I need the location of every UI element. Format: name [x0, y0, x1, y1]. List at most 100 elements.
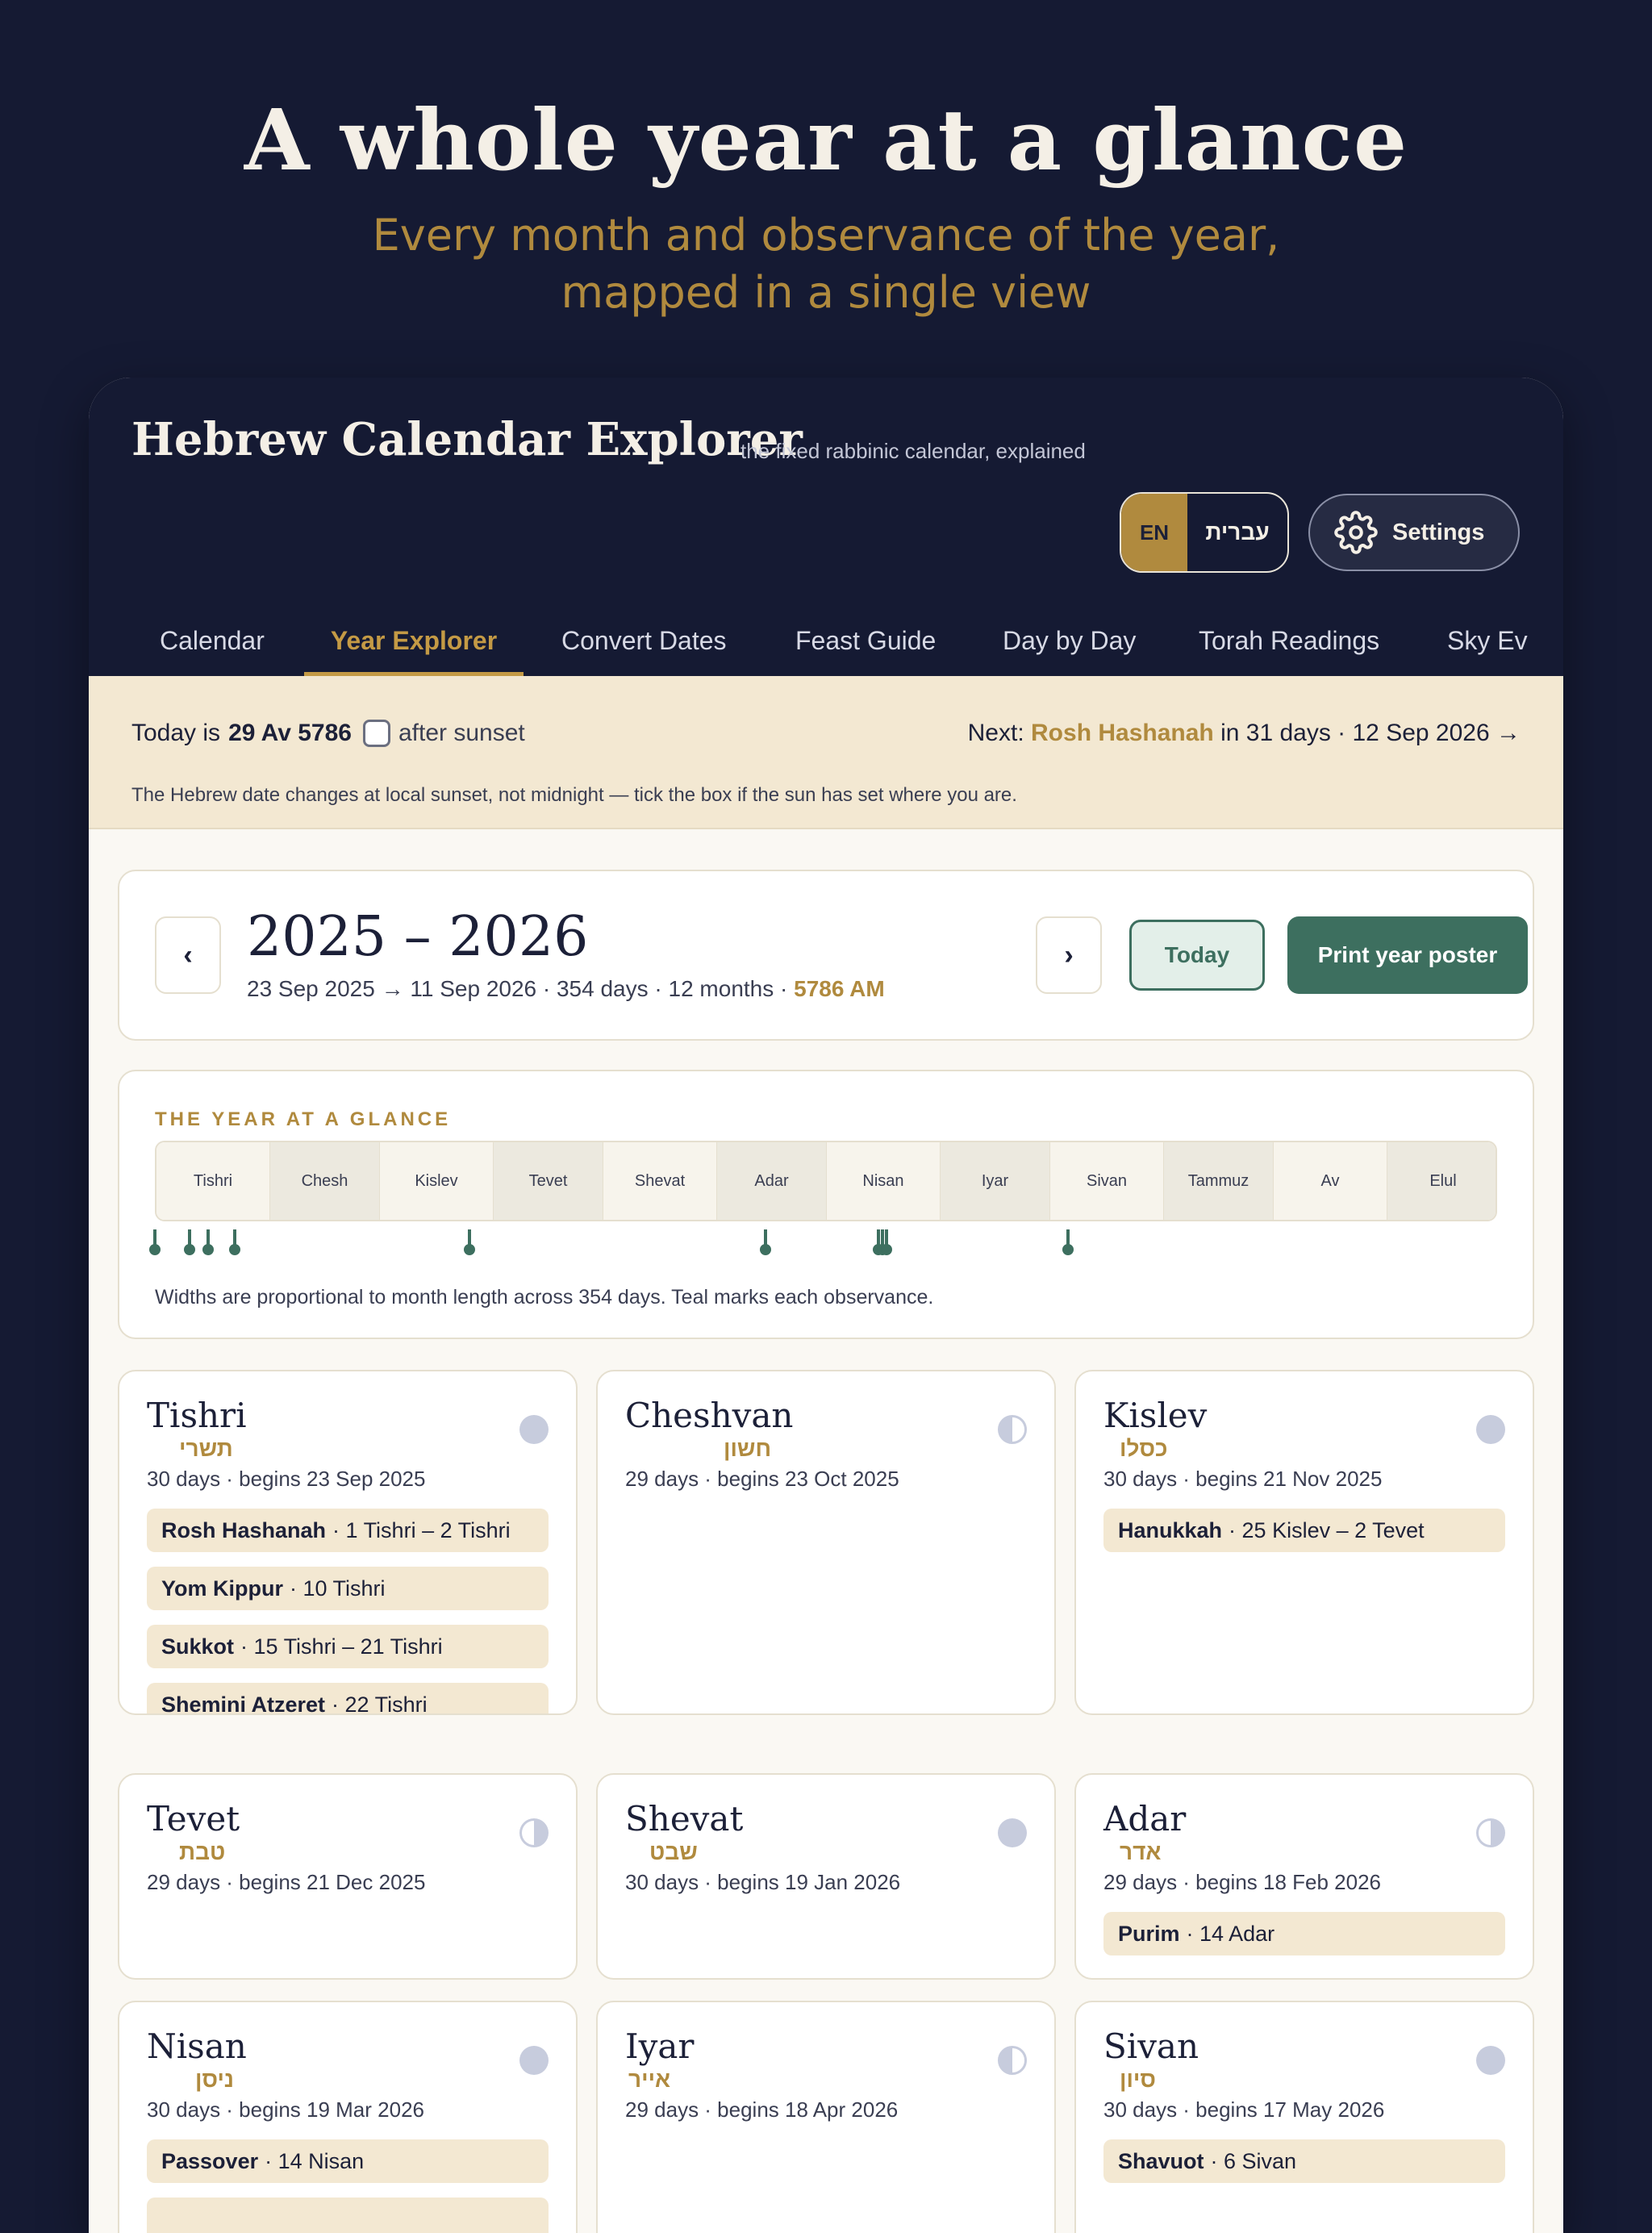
language-toggle: EN עברית	[1120, 492, 1289, 573]
print-poster-button[interactable]: Print year poster	[1287, 916, 1528, 994]
month-card-iyar[interactable]: Iyar אייר 29 days · begins 18 Apr 2026	[596, 2001, 1056, 2233]
feast-name: Sukkot	[161, 1634, 235, 1659]
feast-date: · 14 Adar	[1186, 1921, 1275, 1946]
feast-item[interactable]: Rosh Hashanah · 1 Tishri – 2 Tishri	[147, 1509, 549, 1552]
strip-month-tammuz[interactable]: Tammuz	[1164, 1142, 1274, 1220]
strip-month-tevet[interactable]: Tevet	[494, 1142, 603, 1220]
month-name: Shevat	[625, 1799, 744, 1839]
tab-convert-dates[interactable]: Convert Dates	[561, 620, 727, 676]
month-name: Sivan	[1103, 2026, 1199, 2066]
observance-mark	[149, 1229, 161, 1255]
feast-name: Hanukkah	[1118, 1517, 1223, 1542]
month-card-kislev[interactable]: Kislev כסלו 30 days · begins 21 Nov 2025…	[1074, 1370, 1534, 1715]
strip-month-tishri[interactable]: Tishri	[156, 1142, 270, 1220]
tab-sky-events[interactable]: Sky Ev	[1447, 620, 1528, 676]
month-card-sivan[interactable]: Sivan סיון 30 days · begins 17 May 2026 …	[1074, 2001, 1534, 2233]
lang-en-button[interactable]: EN	[1121, 494, 1187, 571]
month-name: Tevet	[147, 1799, 240, 1839]
tab-torah-readings[interactable]: Torah Readings	[1199, 620, 1379, 676]
month-hebrew-name: טבת	[179, 1839, 226, 1864]
after-sunset-checkbox[interactable]	[362, 720, 390, 747]
strip-month-elul[interactable]: Elul	[1387, 1142, 1496, 1220]
feast-date: · 22 Tishri	[332, 1692, 428, 1715]
year-at-a-glance: THE YEAR AT A GLANCE Tishri Chesh Kislev…	[118, 1070, 1534, 1339]
month-meta: 29 days · begins 23 Oct 2025	[625, 1467, 899, 1491]
month-hebrew-name: כסלו	[1120, 1436, 1168, 1461]
lang-he-button[interactable]: עברית	[1187, 494, 1287, 571]
tab-year-explorer[interactable]: Year Explorer	[304, 620, 524, 676]
feast-item[interactable]: Shavuot · 6 Sivan	[1103, 2139, 1505, 2183]
month-card-cheshvan[interactable]: Cheshvan חשון 29 days · begins 23 Oct 20…	[596, 1370, 1056, 1715]
strip-month-cheshvan[interactable]: Chesh	[270, 1142, 380, 1220]
feast-date: · 14 Nisan	[265, 2148, 365, 2173]
month-name: Adar	[1103, 1799, 1187, 1839]
app-tagline: the fixed rabbinic calendar, explained	[740, 439, 1086, 463]
year-am: 5786 AM	[794, 976, 885, 1001]
month-hebrew-name: סיון	[1120, 2067, 1156, 2092]
main-tabs: Calendar Year Explorer Convert Dates Fea…	[89, 620, 1563, 676]
gear-icon	[1334, 511, 1378, 554]
month-name: Tishri	[147, 1396, 247, 1435]
month-hebrew-name: חשון	[724, 1436, 772, 1461]
feast-item[interactable]: Purim · 14 Adar	[1103, 1912, 1505, 1955]
hero-title: A whole year at a glance	[244, 90, 1408, 190]
feast-date: · 15 Tishri – 21 Tishri	[240, 1634, 443, 1659]
prev-year-button[interactable]: ‹	[155, 916, 221, 994]
moon-phase-icon	[998, 1415, 1027, 1444]
month-name: Iyar	[625, 2026, 695, 2066]
moon-phase-icon	[519, 2046, 549, 2075]
moon-phase-icon	[1476, 2046, 1505, 2075]
month-card-shevat[interactable]: Shevat שבט 30 days · begins 19 Jan 2026	[596, 1773, 1056, 1980]
tab-calendar[interactable]: Calendar	[160, 620, 265, 676]
strip-month-nisan[interactable]: Nisan	[827, 1142, 941, 1220]
strip-month-kislev[interactable]: Kislev	[380, 1142, 494, 1220]
settings-button[interactable]: Settings	[1308, 494, 1520, 571]
feast-item[interactable]: Sukkot · 15 Tishri – 21 Tishri	[147, 1625, 549, 1668]
month-meta: 30 days · begins 19 Mar 2026	[147, 2097, 424, 2122]
feast-name: Purim	[1118, 1921, 1180, 1946]
strip-month-sivan[interactable]: Sivan	[1050, 1142, 1164, 1220]
strip-month-adar[interactable]: Adar	[717, 1142, 827, 1220]
strip-month-iyar[interactable]: Iyar	[941, 1142, 1050, 1220]
month-card-adar[interactable]: Adar אדר 29 days · begins 18 Feb 2026 Pu…	[1074, 1773, 1534, 1980]
feast-name: Shemini Atzeret	[161, 1692, 326, 1715]
strip-month-shevat[interactable]: Shevat	[603, 1142, 717, 1220]
feast-item[interactable]	[147, 2198, 549, 2233]
month-meta: 29 days · begins 18 Feb 2026	[1103, 1870, 1382, 1894]
tab-feast-guide[interactable]: Feast Guide	[795, 620, 936, 676]
moon-phase-icon	[998, 2046, 1027, 2075]
feast-name: Yom Kippur	[161, 1576, 283, 1601]
feast-item[interactable]: Shemini Atzeret · 22 Tishri	[147, 1683, 549, 1715]
month-hebrew-name: אייר	[628, 2067, 671, 2092]
feast-name: Shavuot	[1118, 2148, 1204, 2173]
feast-name: Rosh Hashanah	[161, 1517, 327, 1542]
month-card-tishri[interactable]: Tishri תשרי 30 days · begins 23 Sep 2025…	[118, 1370, 578, 1715]
month-card-tevet[interactable]: Tevet טבת 29 days · begins 21 Dec 2025	[118, 1773, 578, 1980]
month-meta: 29 days · begins 18 Apr 2026	[625, 2097, 899, 2122]
strip-month-av[interactable]: Av	[1274, 1142, 1387, 1220]
hero-subtitle-line-2: mapped in a single view	[561, 267, 1091, 318]
sunset-note: The Hebrew date changes at local sunset,…	[131, 784, 1017, 806]
today-button[interactable]: Today	[1129, 920, 1265, 991]
after-sunset-label: after sunset	[398, 720, 525, 746]
tab-day-by-day[interactable]: Day by Day	[1003, 620, 1136, 676]
today-banner: Today is 29 Av 5786 after sunset Next: R…	[89, 676, 1563, 829]
hero-subtitle-line-1: Every month and observance of the year,	[372, 210, 1280, 261]
observance-mark	[760, 1229, 771, 1255]
feast-item[interactable]: Yom Kippur · 10 Tishri	[147, 1567, 549, 1610]
observance-mark	[184, 1229, 195, 1255]
feast-date: · 10 Tishri	[290, 1576, 386, 1601]
feast-date: · 25 Kislev – 2 Tevet	[1229, 1517, 1425, 1542]
month-name: Cheshvan	[625, 1396, 794, 1435]
next-year-button[interactable]: ›	[1036, 916, 1102, 994]
next-feast-link[interactable]: Next: Rosh Hashanah in 31 days · 12 Sep …	[968, 720, 1521, 747]
month-card-nisan[interactable]: Nisan ניסן 30 days · begins 19 Mar 2026 …	[118, 2001, 578, 2233]
moon-phase-icon	[1476, 1818, 1505, 1847]
moon-phase-icon	[519, 1818, 549, 1847]
moon-phase-icon	[1476, 1415, 1505, 1444]
feast-name: Passover	[161, 2148, 259, 2173]
month-name: Kislev	[1103, 1396, 1208, 1435]
observance-mark	[202, 1229, 214, 1255]
feast-item[interactable]: Passover · 14 Nisan	[147, 2139, 549, 2183]
feast-item[interactable]: Hanukkah · 25 Kislev – 2 Tevet	[1103, 1509, 1505, 1552]
